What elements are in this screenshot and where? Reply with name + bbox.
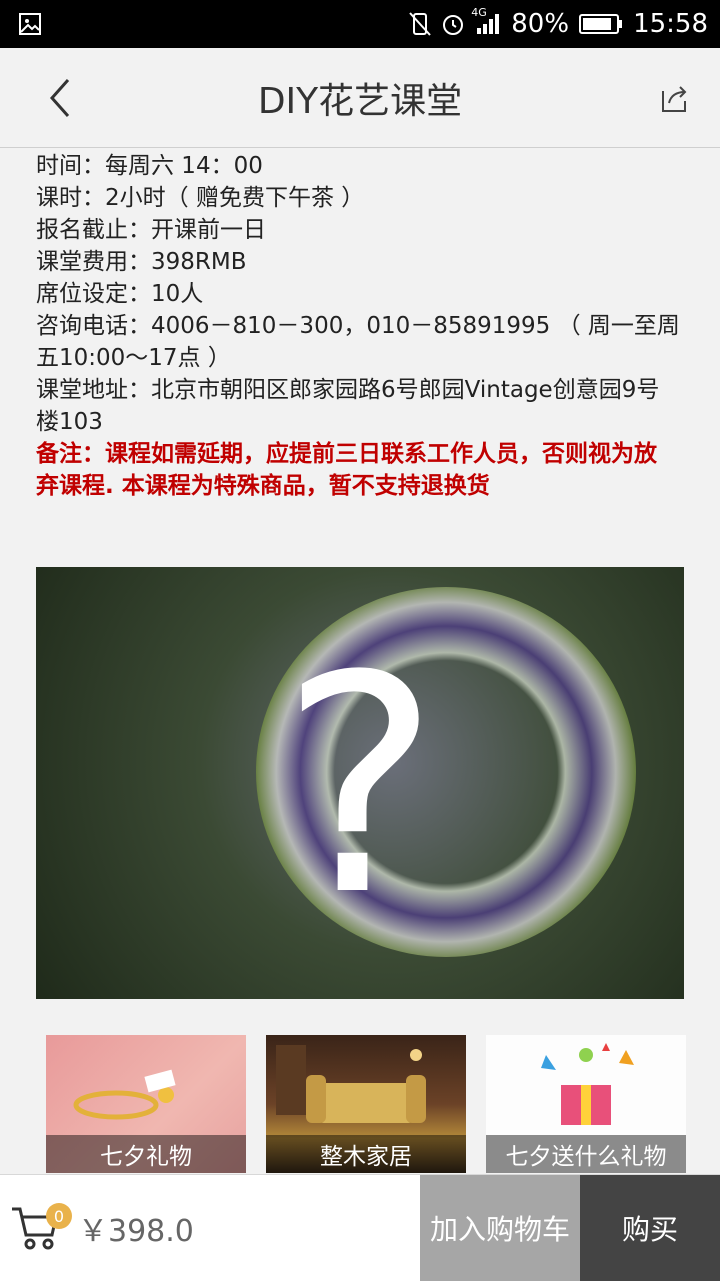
course-details: 时间：每周六 14：00 课时：2小时（ 赠免费下午茶 ） 报名截止：开课前一日… [36, 150, 692, 502]
detail-note: 备注：课程如需延期，应提前三日联系工作人员，否则视为放 [36, 441, 657, 467]
related-item-label: 七夕送什么礼物 [486, 1135, 686, 1173]
furniture-image [276, 1045, 426, 1123]
related-item-furniture[interactable]: 整木家居 [266, 1035, 466, 1173]
share-button[interactable] [654, 78, 694, 118]
signal-icon: 4G [471, 6, 501, 36]
bottom-bar: 0 ￥398.0 加入购物车 购买 [0, 1174, 720, 1281]
alarm-icon [441, 12, 465, 36]
battery-icon [579, 13, 623, 35]
detail-address-cont: 楼103 [36, 409, 103, 435]
back-button[interactable] [40, 74, 80, 122]
cart-count-badge: 0 [46, 1203, 72, 1229]
related-item-label: 七夕礼物 [46, 1135, 246, 1173]
course-image[interactable]: ? [36, 567, 684, 999]
title-bar: DIY花艺课堂 [0, 48, 720, 148]
add-to-cart-button[interactable]: 加入购物车 [420, 1175, 580, 1281]
network-type: 4G [471, 6, 487, 19]
related-item-label: 整木家居 [266, 1135, 466, 1173]
status-bar: 4G 80% 15:58 [0, 0, 720, 48]
detail-address: 课堂地址：北京市朝阳区郎家园路6号郎园Vintage创意园9号 [36, 377, 660, 403]
related-item-gift[interactable]: 七夕礼物 [46, 1035, 246, 1173]
detail-fee: 课堂费用：398RMB [36, 249, 247, 275]
image-icon [18, 12, 42, 36]
price-label: ￥398.0 [78, 1214, 194, 1249]
related-item-gift-ideas[interactable]: 七夕送什么礼物 [486, 1035, 686, 1173]
buy-button[interactable]: 购买 [580, 1175, 720, 1281]
back-arrow-icon [49, 79, 70, 117]
detail-deadline: 报名截止：开课前一日 [36, 217, 266, 243]
question-mark-overlay: ? [280, 612, 440, 961]
detail-note-cont: 弃课程. 本课程为特殊商品，暂不支持退换货 [36, 473, 490, 499]
detail-time: 时间：每周六 14：00 [36, 153, 263, 179]
detail-phone: 咨询电话：4006－810－300，010－85891995 （ 周一至周 [36, 313, 680, 339]
clock: 15:58 [633, 9, 708, 39]
battery-percent: 80% [511, 9, 570, 39]
share-icon [662, 86, 687, 112]
detail-phone-cont: 五10:00～17点 ） [36, 345, 231, 371]
related-items: 七夕礼物 整木家居 七夕送什么礼物 [46, 1035, 686, 1173]
detail-duration: 课时：2小时（ 赠免费下午茶 ） [36, 185, 365, 211]
vibrate-icon [409, 11, 432, 37]
gift-ring-image [73, 1069, 176, 1120]
page-title: DIY花艺课堂 [257, 80, 463, 122]
detail-seats: 席位设定：10人 [36, 281, 204, 307]
gift-box-image [541, 1043, 634, 1125]
